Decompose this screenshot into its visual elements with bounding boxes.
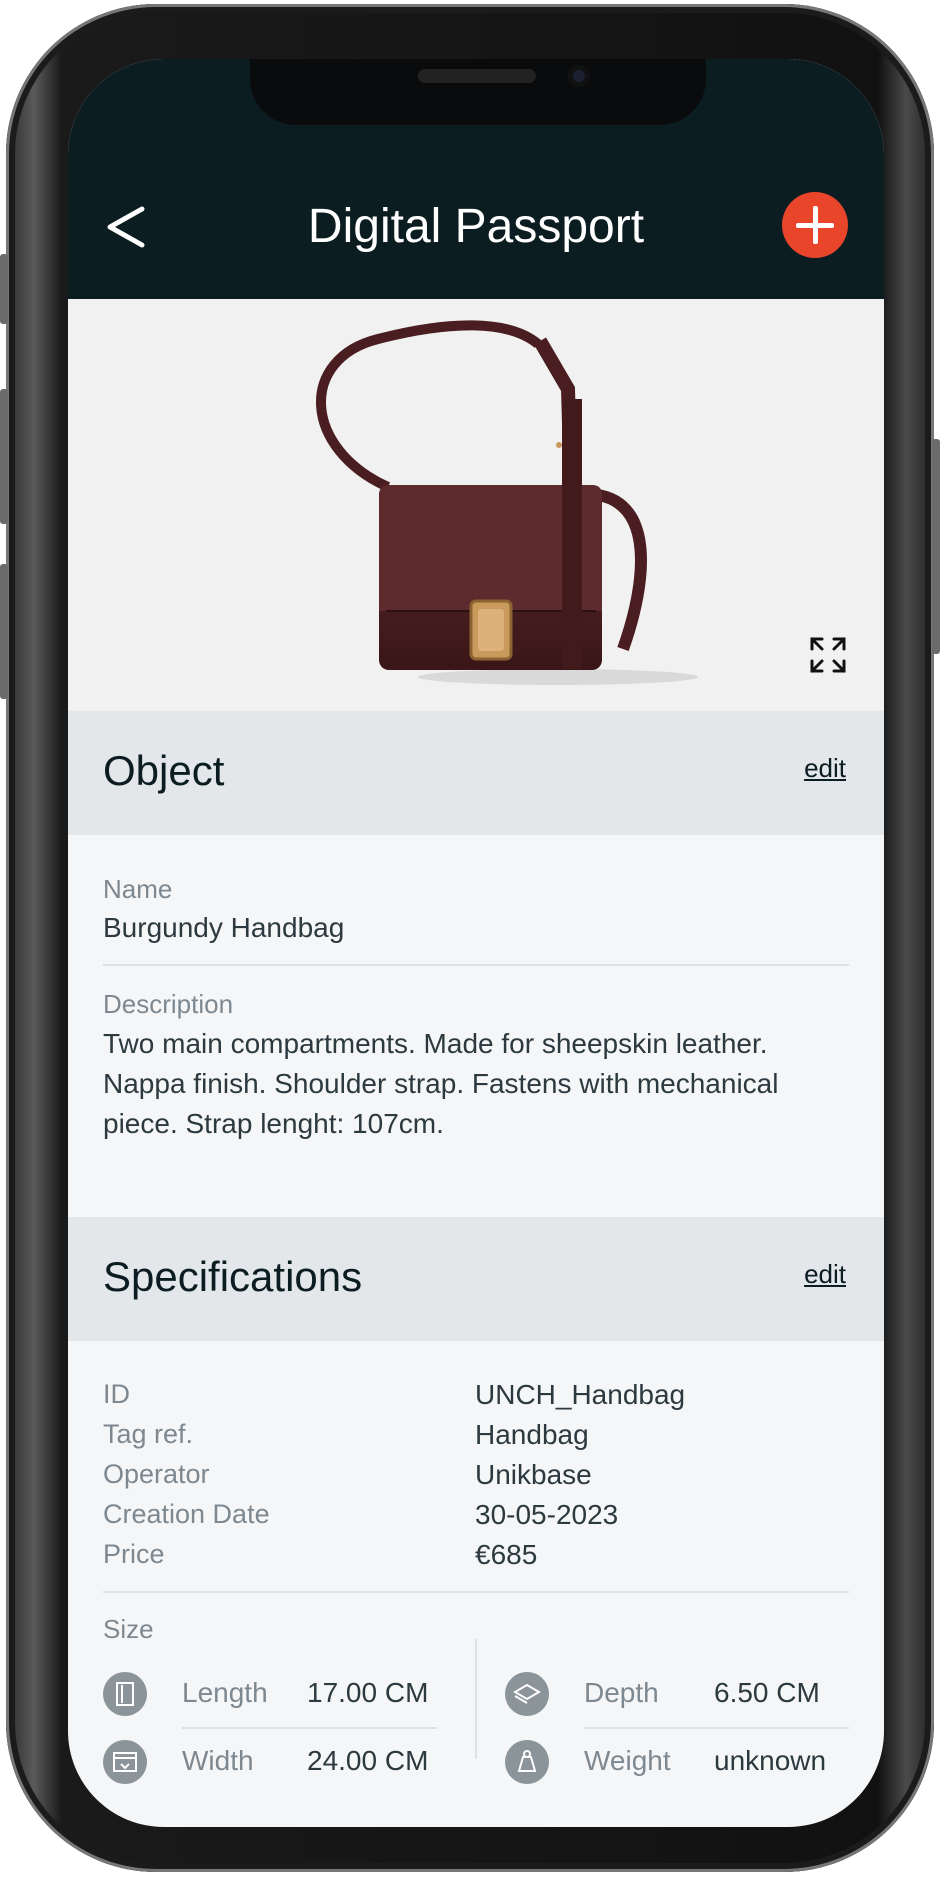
divider <box>103 964 849 966</box>
add-button[interactable] <box>782 192 848 258</box>
phone-frame: Digital Passport Object edit Name Burgun… <box>0 4 940 1872</box>
handbag-illustration <box>68 299 884 711</box>
front-camera <box>568 65 590 87</box>
divider <box>103 1591 849 1593</box>
object-section-header: Object edit <box>68 711 884 835</box>
spec-label-tag-ref: Tag ref. <box>103 1419 194 1449</box>
size-column-divider <box>475 1639 477 1759</box>
volume-down-button <box>0 564 8 699</box>
divider <box>584 1727 849 1729</box>
spec-value-operator: Unikbase <box>475 1459 592 1490</box>
weight-value: unknown <box>714 1745 827 1776</box>
name-value: Burgundy Handbag <box>103 912 345 943</box>
specifications-section-header: Specifications edit <box>68 1217 884 1341</box>
length-icon <box>103 1672 147 1716</box>
power-button <box>932 439 940 654</box>
depth-value: 6.50 CM <box>714 1677 820 1708</box>
spec-label-price: Price <box>103 1539 165 1569</box>
product-image[interactable] <box>68 299 884 711</box>
description-label: Description <box>103 989 234 1019</box>
notch <box>250 59 706 125</box>
spec-label-operator: Operator <box>103 1459 210 1489</box>
mute-switch <box>0 254 8 324</box>
edit-object-link[interactable]: edit <box>804 753 846 784</box>
volume-up-button <box>0 389 8 524</box>
description-value: Two main compartments. Made for sheepski… <box>103 1028 779 1139</box>
width-icon <box>103 1740 147 1784</box>
depth-label: Depth <box>584 1677 659 1708</box>
weight-icon <box>505 1740 549 1784</box>
edit-specifications-link[interactable]: edit <box>804 1259 846 1290</box>
object-section-title: Object <box>103 747 225 794</box>
spec-value-price: €685 <box>475 1539 538 1570</box>
spec-value-id: UNCH_Handbag <box>475 1379 686 1410</box>
length-value: 17.00 CM <box>307 1677 429 1708</box>
spec-label-id: ID <box>103 1379 130 1409</box>
width-value: 24.00 CM <box>307 1745 429 1776</box>
speaker <box>418 69 536 83</box>
weight-label: Weight <box>584 1745 671 1776</box>
depth-icon <box>505 1672 549 1716</box>
length-label: Length <box>182 1677 268 1708</box>
spec-value-tag-ref: Handbag <box>475 1419 589 1450</box>
spec-value-creation-date: 30-05-2023 <box>475 1499 619 1530</box>
spec-label-creation-date: Creation Date <box>103 1499 270 1529</box>
name-label: Name <box>103 874 173 904</box>
page-title: Digital Passport <box>307 200 645 253</box>
divider <box>182 1727 437 1729</box>
width-label: Width <box>182 1745 254 1776</box>
size-label: Size <box>103 1614 154 1644</box>
app-screen: Digital Passport Object edit Name Burgun… <box>68 59 884 1827</box>
expand-icon[interactable] <box>808 635 848 675</box>
specifications-section-title: Specifications <box>103 1253 363 1300</box>
